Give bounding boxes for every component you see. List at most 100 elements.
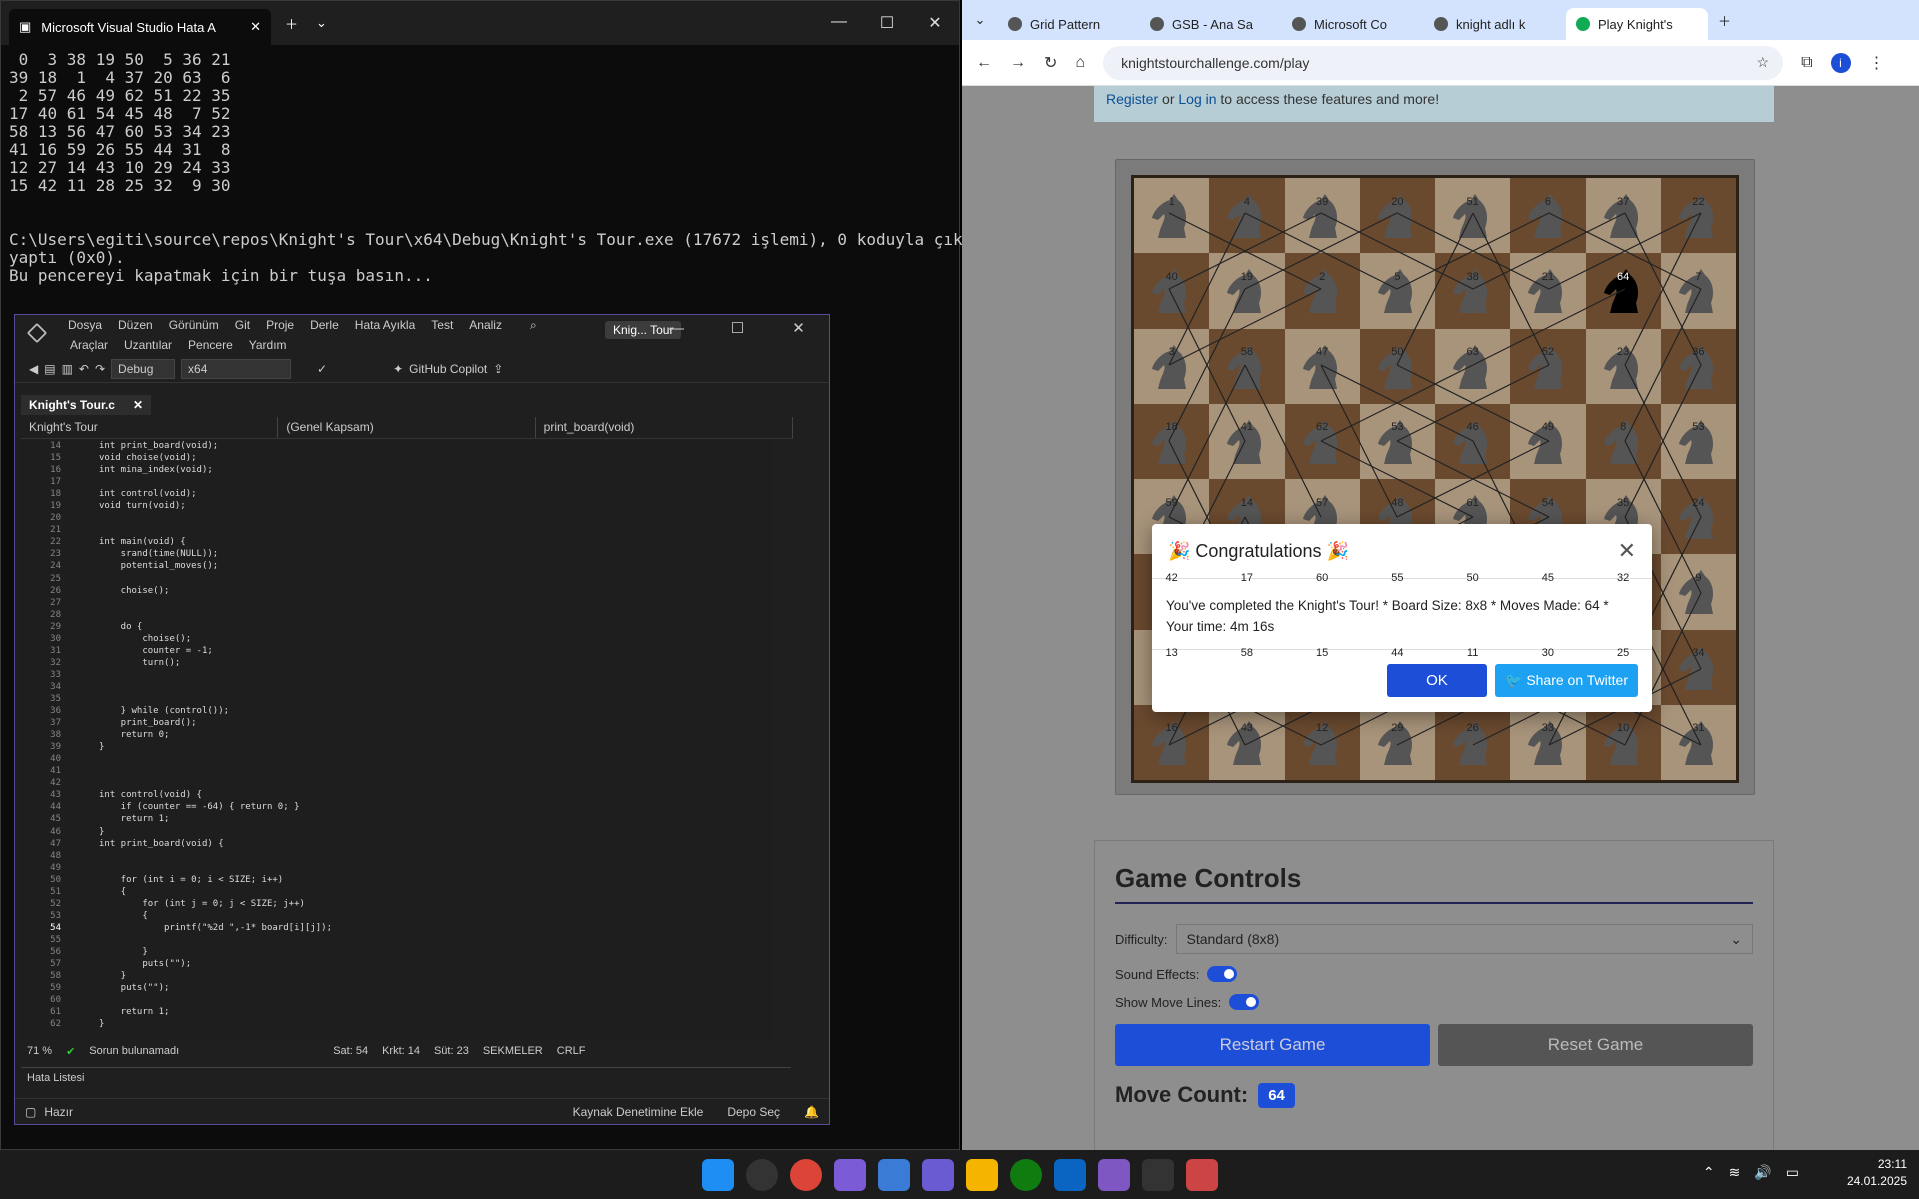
- code-line[interactable]: 23 srand(time(NULL));: [21, 548, 773, 560]
- code-line[interactable]: 55: [21, 934, 773, 946]
- new-tab-icon[interactable]: ＋: [1718, 11, 1731, 30]
- code-line[interactable]: 47 int print_board(void) {: [21, 838, 773, 850]
- menu-uzantilar[interactable]: Uzantılar: [124, 335, 172, 355]
- board-square[interactable]: 64: [1585, 253, 1661, 329]
- code-line[interactable]: 50 for (int i = 0; i < SIZE; i++): [21, 874, 773, 886]
- maximize-icon[interactable]: ☐: [863, 13, 911, 33]
- board-square[interactable]: 21: [1510, 253, 1586, 329]
- close-icon[interactable]: ✕: [911, 13, 959, 33]
- code-line[interactable]: 22 int main(void) {: [21, 536, 773, 548]
- minimize-icon[interactable]: —: [815, 13, 863, 33]
- board-square[interactable]: 19: [1209, 253, 1285, 329]
- board-square[interactable]: 41: [1209, 403, 1285, 479]
- reload-icon[interactable]: ↻: [1044, 53, 1057, 73]
- share-twitter-button[interactable]: 🐦 Share on Twitter: [1494, 664, 1638, 697]
- code-line[interactable]: 26 choise();: [21, 585, 773, 597]
- lines-toggle[interactable]: [1229, 994, 1260, 1010]
- board-square[interactable]: 33: [1510, 704, 1586, 780]
- code-line[interactable]: 24 potential_moves();: [21, 560, 773, 572]
- browser-tab[interactable]: GSB - Ana Sa: [1140, 8, 1282, 40]
- code-line[interactable]: 59 puts("");: [21, 982, 773, 994]
- board-square[interactable]: 9: [1660, 554, 1736, 630]
- board-square[interactable]: 46: [1435, 403, 1511, 479]
- wifi-icon[interactable]: ≋: [1729, 1164, 1741, 1181]
- code-line[interactable]: 51 {: [21, 886, 773, 898]
- code-line[interactable]: 44 if (counter == -64) { return 0; }: [21, 801, 773, 813]
- chevron-up-icon[interactable]: ⌃: [1703, 1164, 1715, 1181]
- board-square[interactable]: 40: [1134, 253, 1210, 329]
- app-icon[interactable]: [921, 1158, 954, 1191]
- code-line[interactable]: 40: [21, 753, 773, 765]
- board-square[interactable]: 49: [1510, 403, 1586, 479]
- board-square[interactable]: 52: [1510, 328, 1586, 404]
- issues-status[interactable]: Sorun bulunamadı: [89, 1045, 179, 1057]
- maximize-icon[interactable]: ☐: [715, 319, 760, 339]
- board-square[interactable]: 38: [1435, 253, 1511, 329]
- code-line[interactable]: 21: [21, 524, 773, 536]
- code-line[interactable]: 30 choise();: [21, 633, 773, 645]
- code-line[interactable]: 38 return 0;: [21, 729, 773, 741]
- menu-derle[interactable]: Derle: [310, 315, 339, 335]
- board-square[interactable]: 20: [1359, 178, 1435, 254]
- address-bar[interactable]: knightstourchallenge.com/play ☆: [1103, 45, 1784, 80]
- code-line[interactable]: 45 return 1;: [21, 813, 773, 825]
- clock[interactable]: 23:11 24.01.2025: [1847, 1156, 1907, 1190]
- repo-button[interactable]: Depo Seç: [727, 1105, 780, 1119]
- code-line[interactable]: 31 counter = -1;: [21, 645, 773, 657]
- board-square[interactable]: 53: [1359, 403, 1435, 479]
- board-square[interactable]: 51: [1435, 178, 1511, 254]
- ok-button[interactable]: OK: [1386, 664, 1487, 697]
- code-line[interactable]: 20: [21, 512, 773, 524]
- code-line[interactable]: 46}: [21, 826, 773, 838]
- code-line[interactable]: 60: [21, 994, 773, 1006]
- code-line[interactable]: 28: [21, 609, 773, 621]
- nav-function[interactable]: print_board(void): [536, 417, 793, 438]
- code-line[interactable]: 56 }: [21, 946, 773, 958]
- menu-test[interactable]: Test: [431, 315, 453, 335]
- battery-icon[interactable]: ▭: [1786, 1164, 1799, 1181]
- code-line[interactable]: 52 for (int j = 0; j < SIZE; j++): [21, 898, 773, 910]
- board-square[interactable]: 29: [1359, 704, 1435, 780]
- menu-git[interactable]: Git: [235, 315, 250, 335]
- board-square[interactable]: 43: [1209, 704, 1285, 780]
- board-square[interactable]: 24: [1660, 479, 1736, 555]
- reset-button[interactable]: Reset Game: [1438, 1024, 1753, 1066]
- share-icon[interactable]: ⇪: [493, 362, 503, 376]
- extensions-icon[interactable]: ⧉: [1801, 54, 1812, 72]
- board-square[interactable]: 62: [1284, 403, 1360, 479]
- board-square[interactable]: 1: [1134, 178, 1210, 254]
- code-line[interactable]: 14 int print_board(void);: [21, 440, 773, 452]
- board-square[interactable]: 23: [1585, 328, 1661, 404]
- menu-proje[interactable]: Proje: [266, 315, 294, 335]
- code-line[interactable]: 16 int mina_index(void);: [21, 464, 773, 476]
- code-line[interactable]: 19 void turn(void);: [21, 500, 773, 512]
- browser-tab-active[interactable]: Play Knight's: [1566, 8, 1708, 40]
- eol-indicator[interactable]: CRLF: [557, 1045, 586, 1057]
- code-line[interactable]: 36 } while (control());: [21, 705, 773, 717]
- browser-tab[interactable]: Microsoft Co: [1282, 8, 1424, 40]
- code-line[interactable]: 48: [21, 850, 773, 862]
- code-line[interactable]: 17: [21, 476, 773, 488]
- close-icon[interactable]: ✕: [1618, 538, 1636, 564]
- board-square[interactable]: 22: [1660, 178, 1736, 254]
- debugger-icon[interactable]: [1185, 1158, 1218, 1191]
- close-icon[interactable]: ✕: [776, 319, 821, 339]
- code-line[interactable]: 34: [21, 681, 773, 693]
- close-tab-icon[interactable]: ✕: [133, 398, 143, 412]
- login-link[interactable]: Log in: [1178, 91, 1216, 107]
- save-icon[interactable]: ▤: [44, 362, 55, 376]
- board-square[interactable]: 26: [1435, 704, 1511, 780]
- back-icon[interactable]: ←: [976, 54, 992, 72]
- code-line[interactable]: 43 int control(void) {: [21, 789, 773, 801]
- menu-araclar[interactable]: Araçlar: [70, 335, 108, 355]
- search-icon[interactable]: ⌕: [530, 315, 537, 335]
- menu-icon[interactable]: ⋮: [1869, 53, 1885, 73]
- code-line[interactable]: 53 {: [21, 910, 773, 922]
- store-icon[interactable]: [877, 1158, 910, 1191]
- bell-icon[interactable]: 🔔: [804, 1105, 819, 1119]
- new-tab-icon[interactable]: ＋: [285, 14, 298, 33]
- star-icon[interactable]: ☆: [1757, 54, 1770, 71]
- code-line[interactable]: 27: [21, 597, 773, 609]
- code-line[interactable]: 57 puts("");: [21, 958, 773, 970]
- menu-gorunum[interactable]: Görünüm: [169, 315, 219, 335]
